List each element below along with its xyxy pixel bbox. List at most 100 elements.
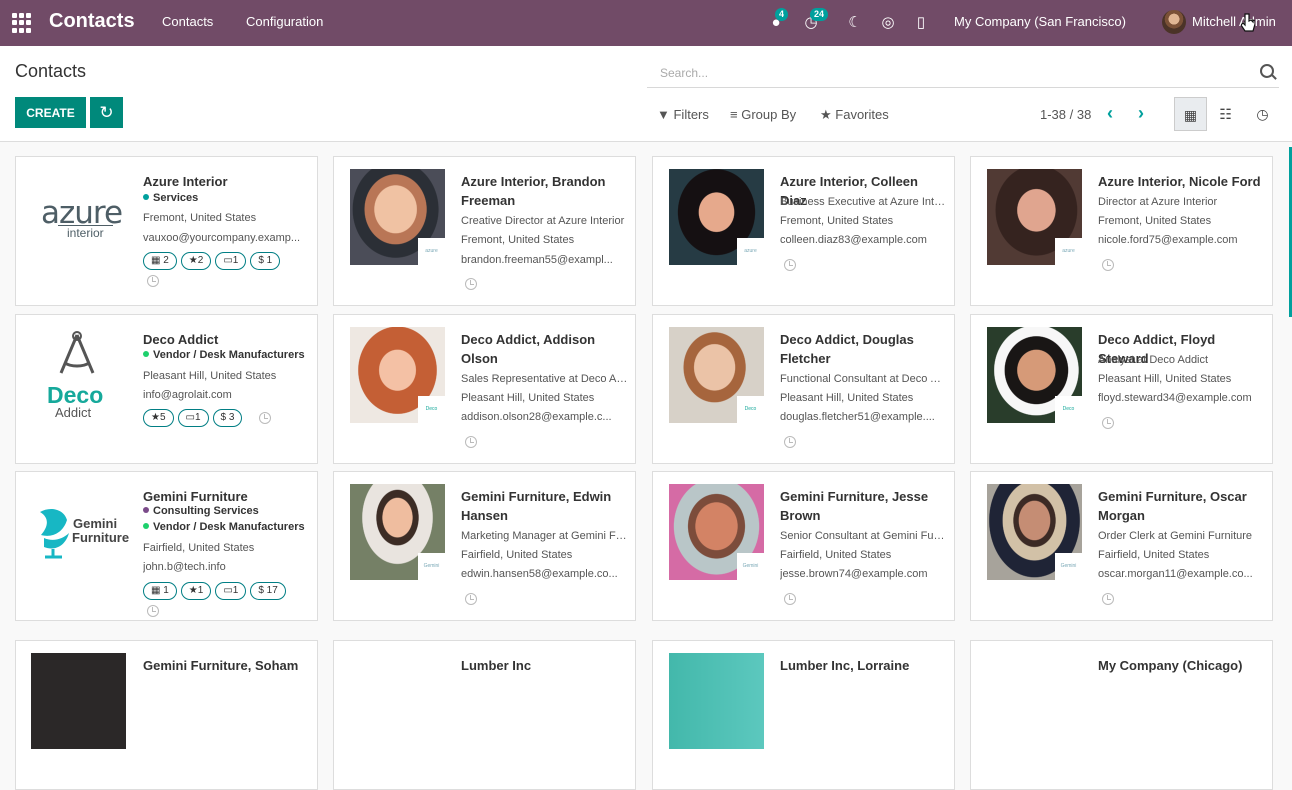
language-icon[interactable]: ◎ [878,13,898,33]
activity-clock-icon[interactable] [784,436,796,448]
contact-photo: azure [987,169,1082,265]
contact-card[interactable]: Deco Deco Addict, Addison Olson Sales Re… [333,314,636,464]
activity-clock-icon[interactable] [465,593,477,605]
company-switcher[interactable]: My Company (San Francisco) [954,14,1126,29]
contact-card[interactable]: azure Azure Interior, Colleen Diaz Busin… [652,156,955,306]
contact-card[interactable]: Gemini Gemini Furniture, Oscar Morgan Or… [970,471,1273,621]
contact-email: john.b@tech.info [143,561,226,573]
contact-card[interactable]: Deco Deco Addict, Douglas Fletcher Funct… [652,314,955,464]
activity-clock-icon[interactable] [465,436,477,448]
contact-location: Fremont, United States [461,234,575,246]
contact-email: oscar.morgan11@example.co... [1098,568,1253,580]
chair-logo-icon [40,508,69,559]
activity-view-button[interactable]: ◷ [1246,97,1279,131]
app-menu-icon[interactable] [12,13,32,33]
user-avatar[interactable] [1162,10,1186,34]
activity-clock-icon[interactable] [1102,593,1114,605]
contact-card[interactable]: azure Azure Interior, Nicole Ford Direct… [970,156,1273,306]
contact-email: addison.olson28@example.c... [461,411,612,423]
contact-job: Director at Azure Interior [1098,196,1218,208]
company-mini-logo: azure [737,238,764,265]
filters-label: Filters [673,107,709,122]
contact-name: Gemini Furniture, Jesse Brown [780,489,929,523]
list-view-button[interactable]: ☷ [1209,97,1242,131]
contact-name: Gemini Furniture, Edwin Hansen [461,489,612,523]
star-icon: ★ [820,107,836,122]
app-title[interactable]: Contacts [49,10,135,33]
activities-icon[interactable]: ◷ 24 [801,8,829,33]
opportunities-stat[interactable]: ★2 [180,252,212,270]
sales-stat[interactable]: $ 3 [212,409,243,427]
sales-stat[interactable]: $ 17 [250,582,286,600]
kanban-view-button[interactable]: ▦ [1174,97,1207,131]
favorites-label: Favorites [835,107,889,122]
activity-clock-icon[interactable] [784,593,796,605]
next-page-button[interactable]: › [1138,103,1144,124]
bookmark-icon[interactable]: ▯ [911,13,931,33]
contact-job: Business Executive at Azure Inter... [780,196,948,208]
company-mini-logo: Gemini [1055,553,1082,580]
contact-location: Pleasant Hill, United States [461,392,595,404]
user-menu[interactable]: Mitchell Admin [1192,14,1276,29]
opportunities-stat[interactable]: ★1 [180,582,212,600]
contact-name: Azure Interior [143,174,228,189]
contact-card[interactable]: Lumber Inc, Lorraine [652,640,955,790]
contact-name: Deco Addict, Addison Olson [461,332,596,366]
contact-location: Fremont, United States [1098,215,1212,227]
pager-value[interactable]: 1-38 / 38 [1040,107,1091,122]
contact-stats: ▦ 2 ★2 ▭1 $ 1 [143,252,281,270]
invoices-stat[interactable]: ▭1 [177,409,209,427]
invoices-stat[interactable]: ▭1 [215,252,247,270]
previous-page-button[interactable]: ‹ [1107,103,1113,124]
contact-name: Deco Addict, Douglas Fletcher [780,332,914,366]
search-icon[interactable] [1260,64,1274,78]
invoices-stat[interactable]: ▭1 [215,582,247,600]
meetings-stat[interactable]: ▦ 2 [143,252,177,270]
contact-job: Order Clerk at Gemini Furniture [1098,530,1253,542]
refresh-button[interactable]: ↻ [90,97,123,128]
contact-card[interactable]: Gemini Furniture Gemini Furniture Consul… [15,471,318,621]
contact-email: vauxoo@yourcompany.examp... [143,232,301,244]
activity-clock-icon[interactable] [147,605,159,617]
messages-icon[interactable]: ● 4 [766,8,789,33]
contact-email: floyd.steward34@example.com [1098,392,1252,404]
activity-clock-icon[interactable] [147,275,159,287]
activity-clock-icon[interactable] [259,412,271,424]
contact-photo [31,653,126,749]
contact-card[interactable]: azure Azure Interior, Brandon Freeman Cr… [333,156,636,306]
contact-location: Fairfield, United States [780,549,892,561]
mouse-pointer-icon [1241,13,1255,32]
sales-stat[interactable]: $ 1 [250,252,281,270]
group-by-button[interactable]: ≡ Group By [730,107,796,122]
contact-card[interactable]: My Company (Chicago) [970,640,1273,790]
activity-clock-icon[interactable] [465,278,477,290]
contact-card[interactable]: Deco Addict Deco Addict Vendor / Desk Ma… [15,314,318,464]
activity-clock-icon[interactable] [784,259,796,271]
contact-name: Azure Interior, Brandon Freeman [461,174,606,208]
azure-logo-subtitle: interior [58,225,113,240]
contact-card[interactable]: Gemini Gemini Furniture, Edwin Hansen Ma… [333,471,636,621]
contact-card[interactable]: Deco Deco Addict, Floyd Steward Analyst … [970,314,1273,464]
contact-tag: Consulting Services [143,505,259,517]
contact-stats: ★5 ▭1 $ 3 [143,409,243,427]
activity-clock-icon[interactable] [1102,417,1114,429]
group-by-label: Group By [741,107,797,122]
contact-card[interactable]: Gemini Furniture, Soham [15,640,318,790]
create-button[interactable]: CREATE [15,97,86,128]
menu-configuration[interactable]: Configuration [246,14,323,29]
contact-card[interactable]: Gemini Gemini Furniture, Jesse Brown Sen… [652,471,955,621]
menu-contacts[interactable]: Contacts [162,14,213,29]
search-input[interactable]: Search... [647,58,1279,88]
dark-mode-icon[interactable]: ☾ [845,13,865,33]
favorites-button[interactable]: ★ Favorites [820,107,889,123]
contact-card[interactable]: Lumber Inc [333,640,636,790]
contact-location: Fairfield, United States [1098,549,1210,561]
filters-button[interactable]: ▼ Filters [657,107,709,122]
company-mini-logo: Deco [1055,396,1082,423]
activity-clock-icon[interactable] [1102,259,1114,271]
contact-job: Senior Consultant at Gemini Furn... [780,530,948,542]
contact-photo [669,653,764,749]
contact-card[interactable]: azure interior Azure Interior Services F… [15,156,318,306]
opportunities-stat[interactable]: ★5 [143,409,174,427]
meetings-stat[interactable]: ▦ 1 [143,582,177,600]
